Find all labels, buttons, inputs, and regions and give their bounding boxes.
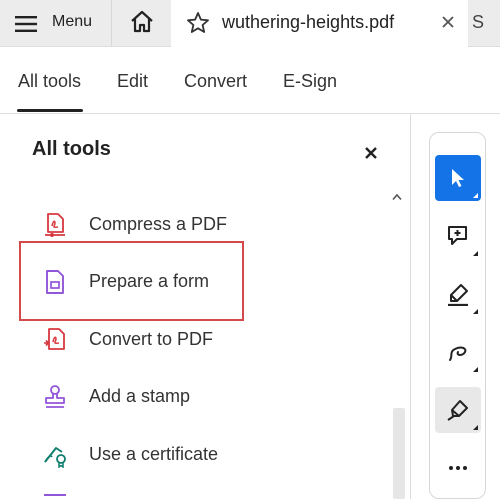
select-tool-button[interactable]: [435, 155, 481, 201]
sign-tool-button[interactable]: [435, 387, 481, 433]
tool-label: Convert to PDF: [89, 329, 214, 349]
close-panel-icon[interactable]: [364, 146, 378, 160]
tool-options-indicator: [473, 425, 478, 430]
tool-options-indicator: [473, 309, 478, 314]
more-icon: [449, 466, 467, 470]
tab-bar: Menu wuthering-heights.pdf S: [0, 0, 500, 47]
nav-edit[interactable]: Edit: [117, 71, 148, 92]
highlight-pen-icon: [448, 284, 468, 306]
highlight-box: [19, 241, 244, 321]
compress-pdf-icon: [45, 213, 65, 237]
hamburger-icon: [15, 16, 37, 32]
add-comment-icon: [448, 226, 467, 245]
panel-divider: [410, 114, 411, 499]
scroll-up-arrow-icon[interactable]: [392, 193, 402, 201]
draw-tool-button[interactable]: [435, 329, 481, 375]
star-icon[interactable]: [186, 11, 210, 35]
active-nav-indicator: [17, 109, 83, 112]
quick-tools-toolbar: [429, 132, 486, 499]
scrollbar-thumb[interactable]: [393, 408, 405, 499]
close-tab-icon[interactable]: [441, 15, 455, 29]
tab-document[interactable]: wuthering-heights.pdf: [171, 0, 468, 47]
tool-label: Compress a PDF: [89, 214, 228, 234]
add-comment-button[interactable]: [435, 213, 481, 259]
certificate-icon: [44, 447, 66, 468]
convert-pdf-icon: [44, 328, 65, 350]
menu-button[interactable]: Menu: [0, 0, 112, 46]
tool-options-indicator: [473, 193, 478, 198]
sign-pen-icon: [447, 400, 468, 421]
home-icon: [131, 10, 153, 33]
stamp-icon: [45, 385, 65, 408]
nav-e-sign[interactable]: E-Sign: [283, 71, 337, 92]
tool-convert-pdf[interactable]: Convert to PDF: [0, 315, 380, 365]
nav-convert[interactable]: Convert: [184, 71, 247, 92]
home-button[interactable]: [112, 0, 170, 46]
tab-next-partial[interactable]: S: [472, 12, 484, 33]
tool-use-certificate[interactable]: Use a certificate: [0, 430, 380, 480]
tool-label: Use a certificate: [89, 444, 219, 464]
panel-title: All tools: [32, 138, 111, 160]
tool-options-indicator: [473, 251, 478, 256]
tool-next-partial: [44, 494, 66, 501]
select-cursor-icon: [452, 169, 464, 187]
menu-label: Menu: [52, 13, 93, 30]
tool-nav: All tools Edit Convert E-Sign: [0, 47, 500, 114]
tool-add-stamp[interactable]: Add a stamp: [0, 372, 380, 422]
freehand-draw-icon: [449, 346, 467, 361]
tab-title: wuthering-heights.pdf: [222, 12, 395, 32]
highlight-tool-button[interactable]: [435, 271, 481, 317]
nav-all-tools[interactable]: All tools: [18, 71, 81, 92]
more-tools-button[interactable]: [435, 445, 481, 491]
tool-options-indicator: [473, 367, 478, 372]
tool-label: Add a stamp: [89, 386, 191, 406]
